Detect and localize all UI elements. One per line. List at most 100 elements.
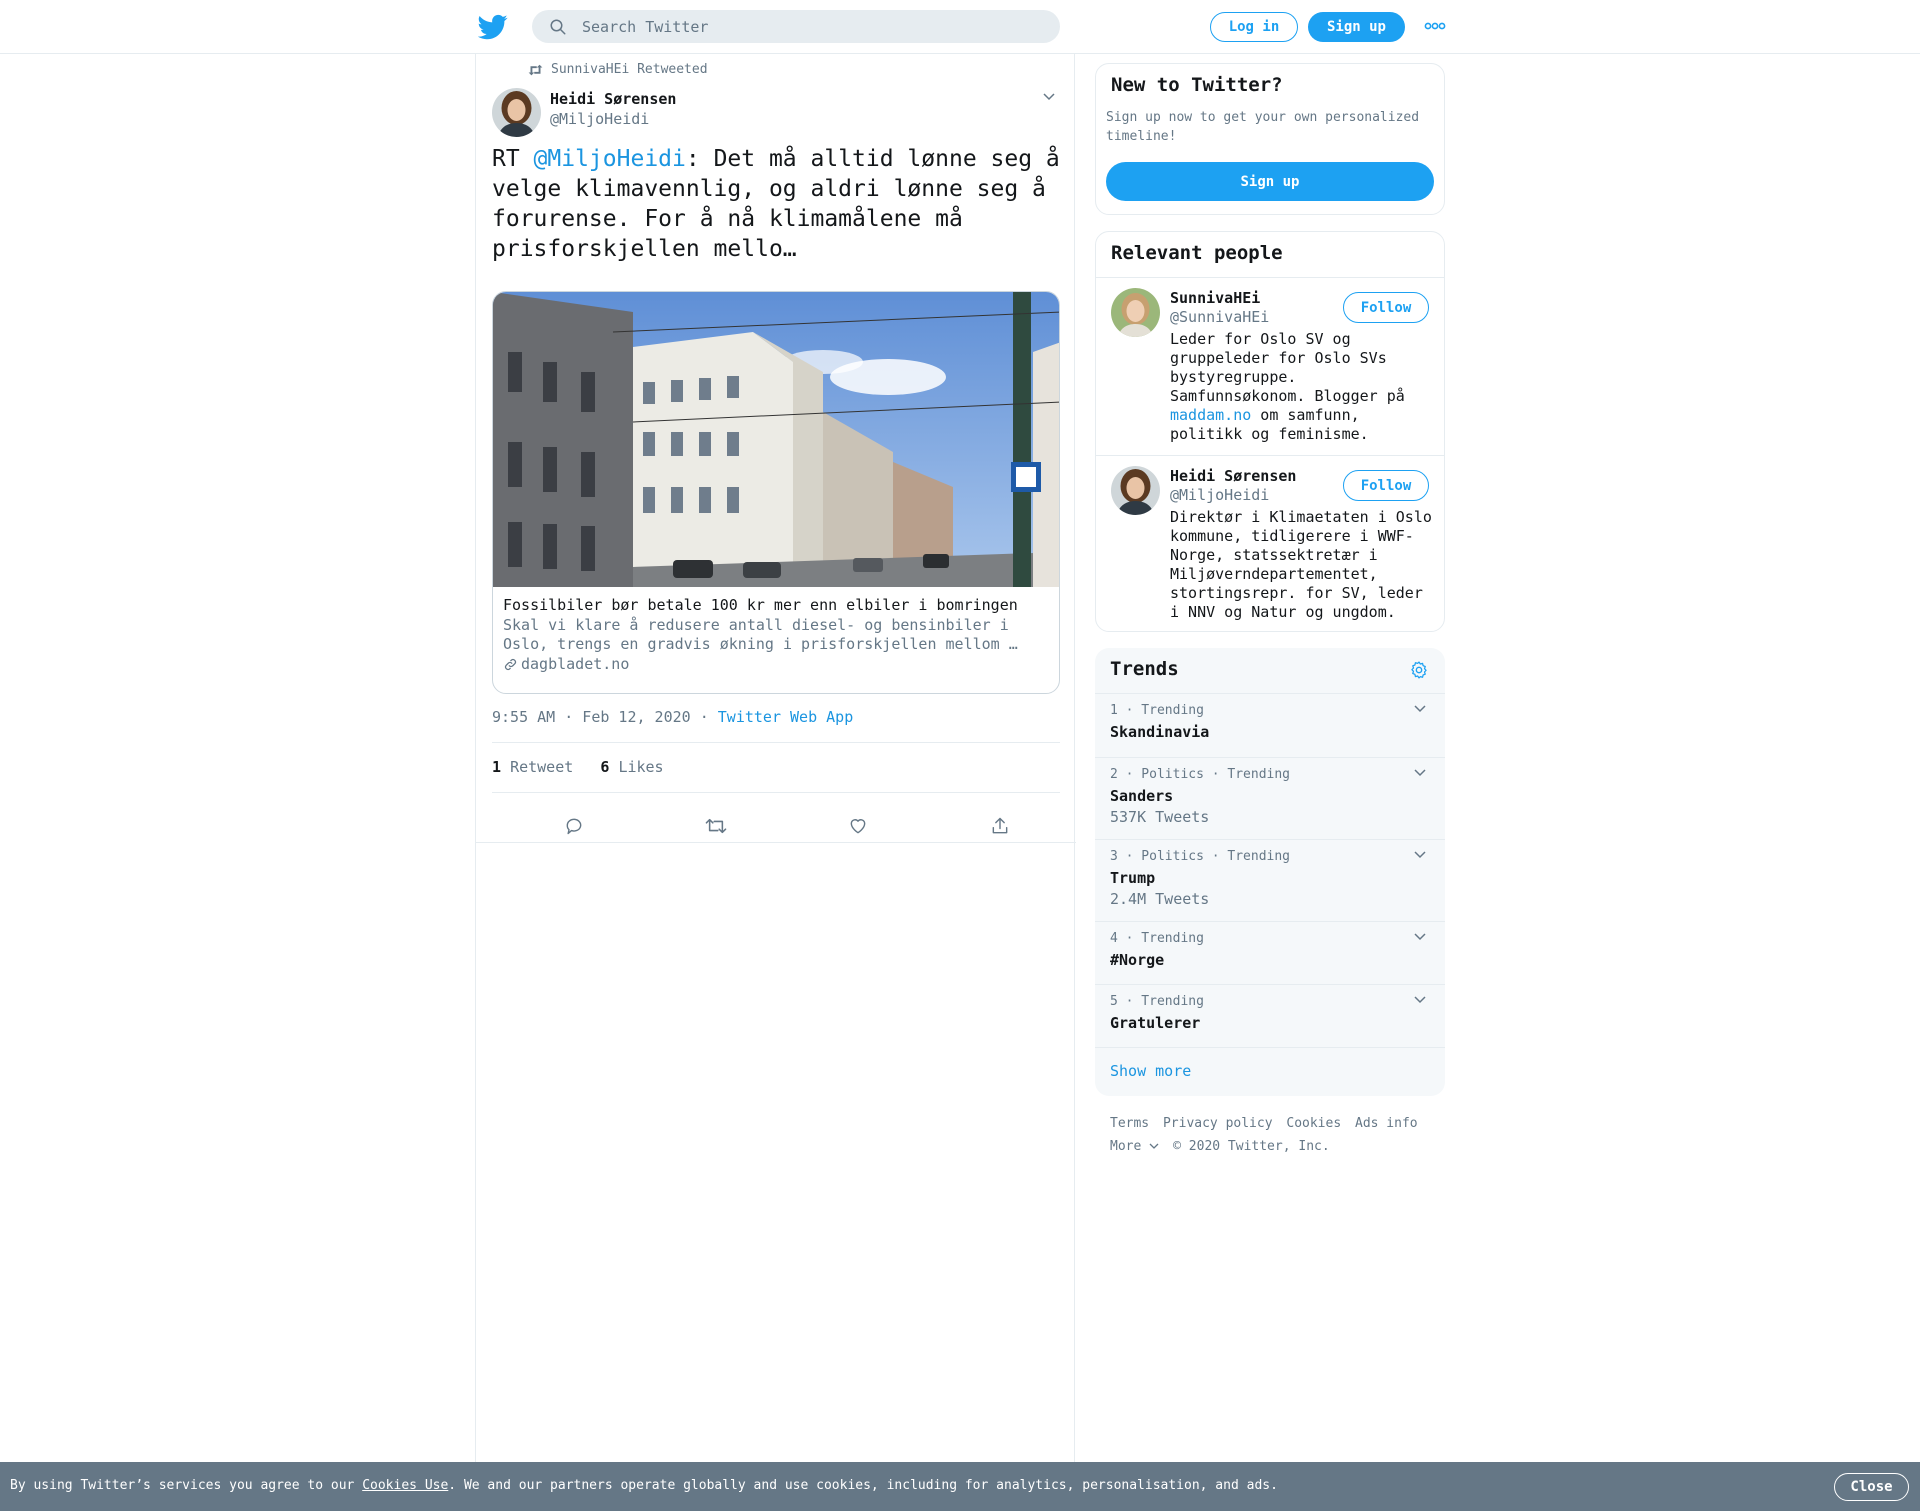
relevant-people-panel: Relevant people SunnivaHEi @SunnivaHEi F… (1095, 231, 1445, 632)
person-bio-text: Leder for Oslo SV og gruppeleder for Osl… (1170, 330, 1405, 405)
search-box[interactable] (532, 10, 1060, 43)
tweet-time[interactable]: 9:55 AM · Feb 12, 2020 (492, 708, 691, 726)
footer-more-button[interactable]: More (1110, 1139, 1159, 1154)
trend-meta: 5 · Trending (1110, 994, 1204, 1009)
reply-button[interactable] (554, 806, 594, 846)
new-to-twitter-subtitle: Sign up now to get your own personalized… (1106, 110, 1420, 144)
cookie-consent-bar: By using Twitter’s services you agree to… (0, 1462, 1920, 1511)
cookie-text-start: By using Twitter’s services you agree to… (10, 1478, 363, 1493)
trend-name: Trump (1110, 869, 1156, 887)
like-button[interactable] (838, 806, 878, 846)
person-handle[interactable]: @MiljoHeidi (1170, 486, 1269, 504)
like-count: 6 (600, 758, 610, 776)
person-card: Heidi Sørensen @MiljoHeidi Follow Direkt… (1096, 456, 1444, 631)
stats-top-divider (492, 742, 1060, 743)
chevron-down-icon (1149, 1143, 1159, 1149)
meta-separator: · (690, 708, 718, 726)
show-more-link[interactable]: Show more (1110, 1062, 1191, 1080)
tweet-text: RT @MiljoHeidi: Det må alltid lønne seg … (492, 144, 1062, 264)
retweet-icon (528, 64, 543, 75)
footer-link-privacy[interactable]: Privacy policy (1163, 1116, 1273, 1131)
tweet-text-prefix: RT (492, 146, 534, 172)
retweet-stat[interactable]: 1 Retweet (492, 758, 573, 776)
trend-meta: 2 · Politics · Trending (1110, 767, 1291, 782)
link-card[interactable]: Fossilbiler bør betale 100 kr mer enn el… (492, 291, 1060, 694)
top-header: Log in Sign up (0, 0, 1920, 54)
chevron-down-icon[interactable] (1413, 850, 1427, 860)
share-icon (992, 817, 1008, 834)
tweet-meta: 9:55 AM · Feb 12, 2020 · Twitter Web App (492, 708, 853, 726)
new-to-twitter-title: New to Twitter? (1111, 74, 1283, 96)
bio-link[interactable]: maddam.no (1170, 406, 1251, 424)
stats-bottom-divider (492, 792, 1060, 793)
person-bio: Leder for Oslo SV og gruppeleder for Osl… (1170, 330, 1438, 444)
tweet-source-link[interactable]: Twitter Web App (718, 708, 853, 726)
chevron-down-icon[interactable] (1413, 932, 1427, 942)
footer-link-terms[interactable]: Terms (1110, 1116, 1149, 1131)
gear-icon[interactable] (1409, 660, 1429, 680)
reply-icon (566, 818, 582, 835)
trend-item[interactable]: 2 · Politics · Trending Sanders 537K Twe… (1095, 758, 1445, 839)
twitter-bird-icon[interactable] (478, 12, 508, 42)
cookie-text-end: . We and our partners operate globally a… (448, 1478, 1278, 1493)
footer-link-cookies[interactable]: Cookies (1286, 1116, 1341, 1131)
trend-count: 537K Tweets (1110, 808, 1210, 826)
person-avatar[interactable] (1111, 466, 1160, 515)
search-icon (550, 19, 566, 35)
follow-button[interactable]: Follow (1343, 292, 1429, 323)
sidebar-footer: Terms Privacy policy Cookies Ads info Mo… (1110, 1112, 1440, 1158)
sidebar-signup-button[interactable]: Sign up (1106, 162, 1434, 201)
card-domain-text: dagbladet.no (521, 655, 630, 673)
heart-icon (850, 819, 866, 834)
cookie-text: By using Twitter’s services you agree to… (10, 1478, 1278, 1493)
footer-copyright: © 2020 Twitter, Inc. (1173, 1139, 1330, 1154)
trend-item[interactable]: 4 · Trending #Norge (1095, 922, 1445, 984)
retweet-button[interactable] (696, 806, 736, 846)
relevant-people-title: Relevant people (1111, 242, 1283, 264)
person-avatar[interactable] (1111, 288, 1160, 337)
login-button[interactable]: Log in (1210, 12, 1298, 42)
chevron-down-icon[interactable] (1042, 92, 1056, 102)
footer-link-ads-info[interactable]: Ads info (1355, 1116, 1418, 1131)
person-handle[interactable]: @SunnivaHEi (1170, 308, 1269, 326)
tweet-column: SunnivaHEi Retweeted Heidi Sørensen @Mil… (475, 54, 1076, 1462)
trend-item[interactable]: 5 · Trending Gratulerer (1095, 985, 1445, 1047)
search-input[interactable] (582, 10, 1042, 43)
author-avatar[interactable] (492, 88, 541, 137)
card-image[interactable] (493, 292, 1060, 587)
card-description: Skal vi klare å redusere antall diesel- … (503, 616, 1018, 653)
link-icon (504, 658, 517, 670)
footer-more-label: More (1110, 1139, 1142, 1154)
trend-name: #Norge (1110, 951, 1165, 969)
retweet-label: Retweet (510, 758, 574, 776)
trend-name: Gratulerer (1110, 1014, 1201, 1032)
tweet-stats: 1 Retweet 6 Likes (492, 758, 664, 776)
card-title[interactable]: Fossilbiler bør betale 100 kr mer enn el… (503, 596, 1018, 614)
like-stat[interactable]: 6 Likes (600, 758, 663, 776)
retweet-context: SunnivaHEi Retweeted (528, 62, 708, 77)
follow-button[interactable]: Follow (1343, 470, 1429, 501)
trend-item[interactable]: 3 · Politics · Trending Trump 2.4M Tweet… (1095, 840, 1445, 921)
author-name[interactable]: Heidi Sørensen (550, 90, 676, 108)
share-button[interactable] (980, 806, 1020, 846)
retweeted-by-text[interactable]: SunnivaHEi Retweeted (551, 62, 708, 77)
trend-item[interactable]: 1 · Trending Skandinavia (1095, 694, 1445, 756)
author-handle[interactable]: @MiljoHeidi (550, 110, 649, 128)
person-name[interactable]: SunnivaHEi (1170, 289, 1260, 307)
trend-meta: 1 · Trending (1110, 703, 1204, 718)
person-bio: Direktør i Klimaetaten i Oslo kommune, t… (1170, 508, 1432, 621)
chevron-down-icon[interactable] (1413, 995, 1427, 1005)
retweet-count: 1 (492, 758, 502, 776)
new-to-twitter-panel: New to Twitter? Sign up now to get your … (1095, 63, 1445, 215)
more-dots-icon[interactable] (1424, 20, 1446, 32)
mention-link[interactable]: @MiljoHeidi (534, 146, 686, 172)
trend-count: 2.4M Tweets (1110, 890, 1210, 908)
signup-button[interactable]: Sign up (1308, 12, 1405, 42)
chevron-down-icon[interactable] (1413, 768, 1427, 778)
chevron-down-icon[interactable] (1413, 704, 1427, 714)
like-label: Likes (618, 758, 664, 776)
cookie-close-button[interactable]: Close (1834, 1473, 1909, 1501)
person-name[interactable]: Heidi Sørensen (1170, 467, 1296, 485)
trend-name: Sanders (1110, 787, 1174, 805)
cookies-use-link[interactable]: Cookies Use (362, 1478, 448, 1493)
